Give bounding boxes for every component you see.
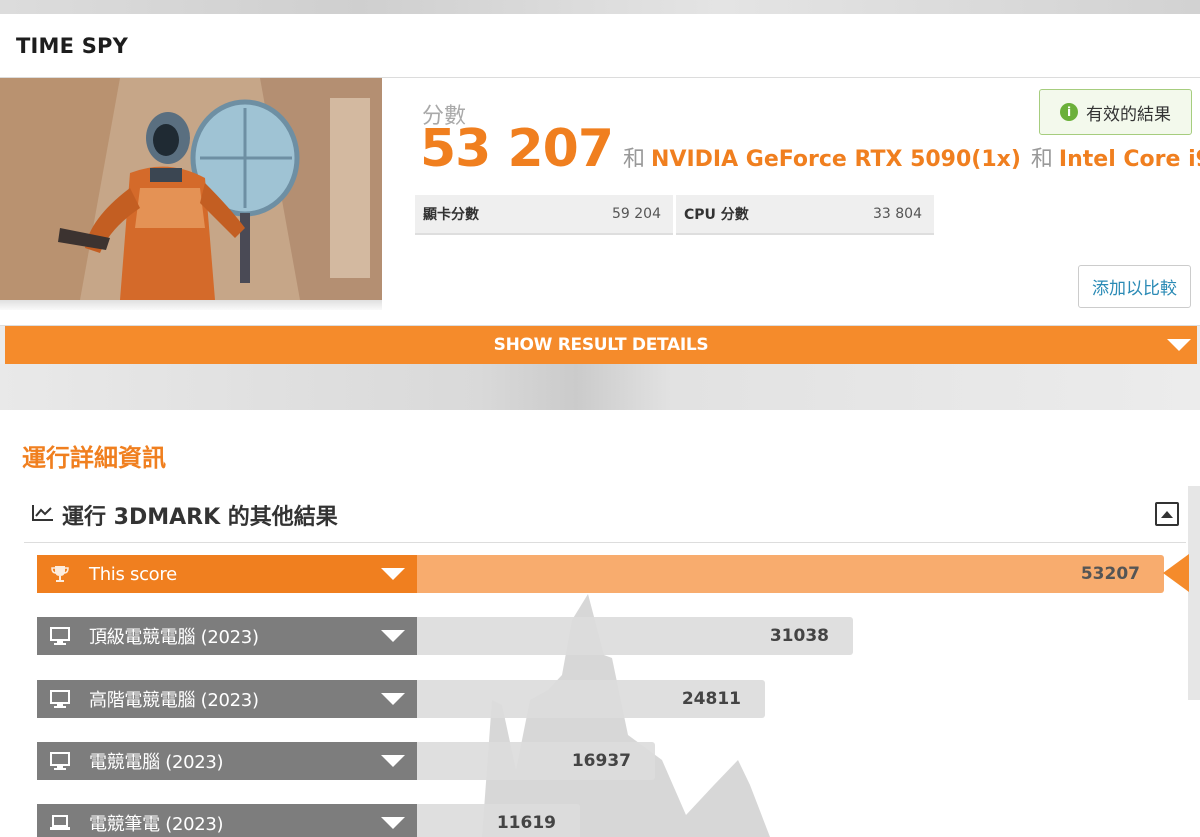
chevron-down-icon [381,693,405,705]
chevron-down-icon [381,817,405,829]
score-bar-value: 11619 [496,813,556,833]
chevron-down-icon [381,755,405,767]
artwork-shadow [0,300,382,310]
row-label-dropdown[interactable]: 高階電競電腦 (2023) [37,680,417,718]
score-bar: 16937 [417,742,655,780]
overall-score: 53 207 [420,119,614,179]
score-bar: 31038 [417,617,853,655]
collapse-button[interactable] [1155,502,1179,526]
valid-result-badge: i 有效的結果 [1039,89,1192,135]
cpu-score: CPU 分數 33 804 [676,195,934,235]
panel-header: 運行 3DMARK 的其他結果 [24,484,1186,543]
result-card: TIME SPY 分數 53 207 和 NVIDIA GeForce RTX … [0,14,1200,326]
desktop-icon [50,690,70,708]
score-bar-value: 31038 [769,626,829,646]
score-bar-value: 16937 [571,751,631,771]
show-result-details-button[interactable]: SHOW RESULT DETAILS [5,326,1197,364]
subscores: 顯卡分數 59 204 CPU 分數 33 804 [415,195,937,235]
score-bar: 53207 [417,555,1164,593]
score-bar-value: 24811 [681,689,741,709]
comparison-row: 31038 頂級電競電腦 (2023) [37,617,1197,655]
laptop-icon [50,815,70,830]
comparison-row: 24811 高階電競電腦 (2023) [37,680,1197,718]
benchmark-title: TIME SPY [16,34,129,58]
conjunction-and: 和 [1030,147,1053,172]
show-result-details-label: SHOW RESULT DETAILS [493,335,709,355]
this-score-row: 53207 This score [37,555,1197,593]
subscore-label: 顯卡分數 [423,207,479,223]
row-label-dropdown[interactable]: This score [37,555,417,593]
panel-title: 運行 3DMARK 的其他結果 [62,505,338,530]
desktop-icon [50,627,70,645]
chevron-down-icon [1167,339,1191,351]
row-label-dropdown[interactable]: 頂級電競電腦 (2023) [37,617,417,655]
comparison-row: 16937 電競電腦 (2023) [37,742,1197,780]
add-to-compare-button[interactable]: 添加以比較 [1078,265,1191,308]
benchmark-artwork [0,78,382,300]
row-label: 頂級電競電腦 (2023) [89,627,259,648]
chevron-up-icon [1161,510,1173,518]
section-title: 運行詳細資訊 [22,444,166,472]
row-label: 電競電腦 (2023) [89,752,224,773]
gpu-name[interactable]: NVIDIA GeForce RTX 5090(1x) [651,147,1021,172]
scrollbar-track[interactable] [1188,486,1200,700]
background-strip [0,364,1200,410]
cpu-name[interactable]: Intel Core i9 [1059,147,1200,172]
desktop-icon [50,752,70,770]
this-score-pointer [1163,554,1189,592]
score-bar-value: 53207 [1080,564,1140,584]
background-banner [0,0,1200,14]
title-bar: TIME SPY [0,14,1200,78]
conjunction-and: 和 [623,147,646,172]
graphics-score: 顯卡分數 59 204 [415,195,673,235]
subscore-label: CPU 分數 [684,207,749,223]
other-results-panel: 運行 3DMARK 的其他結果 [24,484,1186,837]
row-label: 電競筆電 (2023) [89,814,224,835]
trophy-icon [51,566,69,582]
row-label: 高階電競電腦 (2023) [89,690,259,711]
score-bar: 11619 [417,804,580,837]
subscore-value: 33 804 [873,206,922,222]
row-label-dropdown[interactable]: 電競筆電 (2023) [37,804,417,837]
score-bar: 24811 [417,680,765,718]
row-label: This score [89,563,177,585]
chevron-down-icon [381,630,405,642]
chevron-down-icon [381,568,405,580]
line-chart-icon [32,505,53,521]
valid-result-text: 有效的結果 [1086,104,1171,125]
row-label-dropdown[interactable]: 電競電腦 (2023) [37,742,417,780]
info-icon: i [1060,103,1078,121]
subscore-value: 59 204 [612,206,661,222]
comparison-row: 11619 電競筆電 (2023) [37,804,1197,837]
